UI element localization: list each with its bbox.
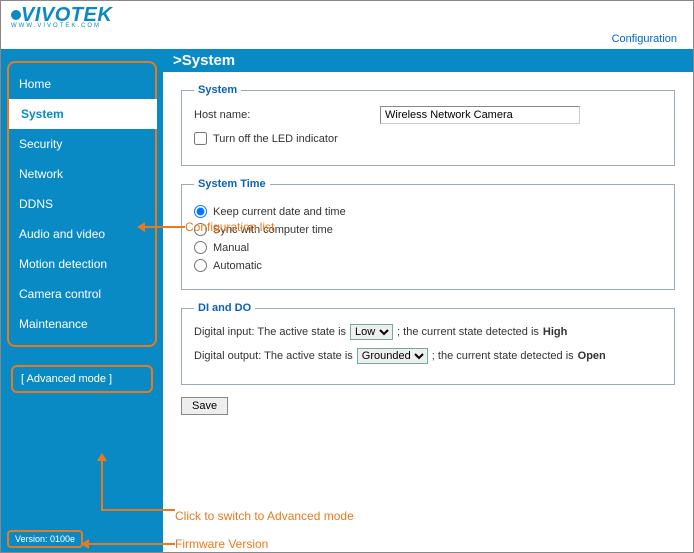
logo-icon xyxy=(11,10,21,20)
led-label: Turn off the LED indicator xyxy=(213,133,338,145)
time-keep-label: Keep current date and time xyxy=(213,206,346,218)
time-manual-radio[interactable] xyxy=(194,241,207,254)
time-sync-radio[interactable] xyxy=(194,223,207,236)
do-state: Open xyxy=(578,350,606,362)
nav-home[interactable]: Home xyxy=(9,69,155,99)
hostname-input[interactable] xyxy=(380,106,580,124)
nav-box: Home System Security Network DDNS Audio … xyxy=(7,61,157,347)
time-legend: System Time xyxy=(194,178,270,190)
brand-logo: VIVOTEK WWW.VIVOTEK.COM xyxy=(11,5,683,29)
di-post: ; the current state detected is xyxy=(397,326,539,338)
do-select[interactable]: Grounded xyxy=(357,348,428,364)
do-pre: Digital output: The active state is xyxy=(194,350,353,362)
system-time-panel: System Time Keep current date and time S… xyxy=(181,178,675,290)
time-auto-radio[interactable] xyxy=(194,259,207,272)
time-sync-label: Sync with computer time xyxy=(213,224,333,236)
nav-audio-video[interactable]: Audio and video xyxy=(9,219,155,249)
advanced-mode-toggle[interactable]: [ Advanced mode ] xyxy=(11,365,153,393)
nav-camera-control[interactable]: Camera control xyxy=(9,279,155,309)
hostname-label: Host name: xyxy=(194,109,374,121)
nav-ddns[interactable]: DDNS xyxy=(9,189,155,219)
nav-motion[interactable]: Motion detection xyxy=(9,249,155,279)
sidebar: Home System Security Network DDNS Audio … xyxy=(1,49,163,552)
time-keep-radio[interactable] xyxy=(194,205,207,218)
time-manual-label: Manual xyxy=(213,242,249,254)
di-state: High xyxy=(543,326,567,338)
firmware-version: Version: 0100e xyxy=(7,530,83,548)
system-legend: System xyxy=(194,84,241,96)
system-panel: System Host name: Turn off the LED indic… xyxy=(181,84,675,166)
di-pre: Digital input: The active state is xyxy=(194,326,346,338)
dido-panel: DI and DO Digital input: The active stat… xyxy=(181,302,675,385)
di-select[interactable]: Low xyxy=(350,324,393,340)
led-checkbox[interactable] xyxy=(194,132,207,145)
page-title: >System xyxy=(163,49,693,72)
header: VIVOTEK WWW.VIVOTEK.COM Configuration xyxy=(1,1,693,49)
time-auto-label: Automatic xyxy=(213,260,262,272)
nav-network[interactable]: Network xyxy=(9,159,155,189)
nav-maintenance[interactable]: Maintenance xyxy=(9,309,155,339)
nav-security[interactable]: Security xyxy=(9,129,155,159)
save-button[interactable]: Save xyxy=(181,397,228,415)
configuration-link[interactable]: Configuration xyxy=(612,33,677,45)
content: >System System Host name: Turn off the L… xyxy=(163,49,693,552)
dido-legend: DI and DO xyxy=(194,302,255,314)
do-post: ; the current state detected is xyxy=(432,350,574,362)
nav-system[interactable]: System xyxy=(9,99,157,129)
